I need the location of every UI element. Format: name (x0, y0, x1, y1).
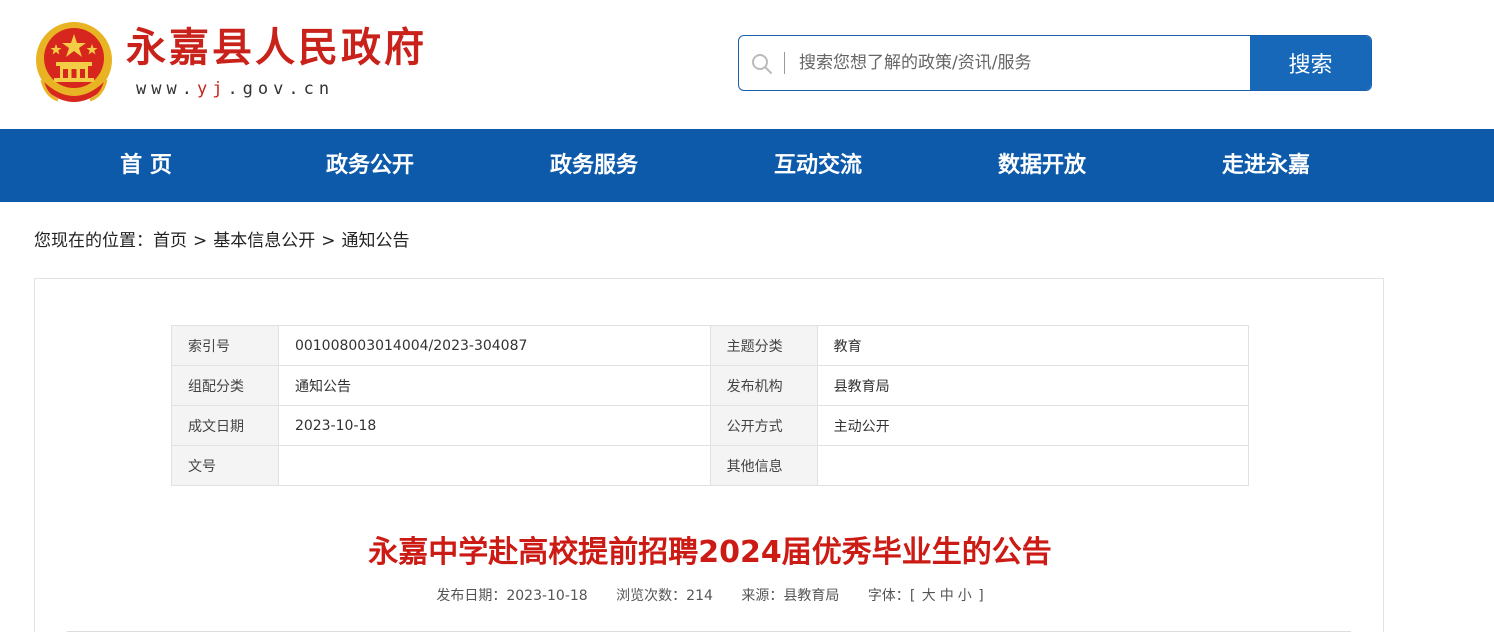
table-row: 组配分类 通知公告 发布机构 县教育局 (171, 365, 1250, 406)
site-name: 永嘉县人民政府 (126, 24, 427, 71)
nav-item-interaction[interactable]: 互动交流 (738, 129, 898, 202)
info-value-written-date: 2023-10-18 (277, 405, 711, 446)
site-url-prefix: www. (136, 79, 197, 99)
info-value-topic: 教育 (816, 325, 1250, 366)
info-label-written-date: 成文日期 (171, 405, 279, 446)
site-url-highlight: yj (196, 79, 228, 99)
font-bracket-open: [ (909, 588, 916, 604)
info-label-disclosure: 公开方式 (709, 405, 818, 446)
meta-date-value: 2023-10-18 (506, 588, 588, 604)
breadcrumb-notice[interactable]: 通知公告 (342, 231, 410, 251)
info-value-disclosure: 主动公开 (816, 405, 1250, 446)
meta-font-label: 字体： (867, 588, 910, 604)
main-nav: 首 页 政务公开 政务服务 互动交流 数据开放 走进永嘉 (0, 129, 1494, 202)
nav-item-about-yongjia[interactable]: 走进永嘉 (1186, 129, 1346, 202)
search-box: 搜索 (738, 35, 1372, 91)
nav-item-home[interactable]: 首 页 (66, 129, 226, 202)
meta-source-value: 县教育局 (783, 588, 840, 604)
breadcrumb-basic-info[interactable]: 基本信息公开 (213, 231, 315, 251)
table-row: 成文日期 2023-10-18 公开方式 主动公开 (171, 405, 1250, 446)
info-table: 索引号 001008003014004/2023-304087 主题分类 教育 … (171, 325, 1250, 486)
breadcrumb-prefix: 您现在的位置： (34, 231, 153, 251)
breadcrumb: 您现在的位置：首页 > 基本信息公开 > 通知公告 (34, 229, 410, 253)
info-value-index: 001008003014004/2023-304087 (277, 325, 711, 366)
font-small-button[interactable]: 小 (958, 588, 972, 604)
article-title: 永嘉中学赴高校提前招聘2024届优秀毕业生的公告 (368, 535, 1052, 570)
meta-date: 发布日期：2023-10-18 (436, 588, 587, 604)
font-large-button[interactable]: 大 (922, 588, 936, 604)
table-row: 文号 其他信息 (171, 445, 1250, 486)
meta-date-label: 发布日期： (436, 588, 507, 604)
meta-source-label: 来源： (741, 588, 784, 604)
info-value-doc-number (277, 445, 711, 486)
info-label-topic: 主题分类 (709, 325, 818, 366)
meta-source: 来源：县教育局 (741, 588, 839, 604)
info-label-publisher: 发布机构 (709, 365, 818, 406)
info-label-doc-number: 文号 (171, 445, 279, 486)
table-row: 索引号 001008003014004/2023-304087 主题分类 教育 (171, 325, 1250, 366)
breadcrumb-separator: > (193, 231, 208, 251)
search-button[interactable]: 搜索 (1250, 36, 1371, 90)
national-emblem-icon (36, 22, 112, 102)
article-meta: 发布日期：2023-10-18 浏览次数：214 来源：县教育局 字体：[ 大中… (35, 586, 1385, 606)
nav-item-gov-services[interactable]: 政务服务 (514, 129, 674, 202)
info-value-publisher: 县教育局 (816, 365, 1250, 406)
font-bracket-close: ] (978, 588, 984, 604)
font-medium-button[interactable]: 中 (940, 588, 954, 604)
site-header: 永嘉县人民政府 www.yj.gov.cn 搜索 (0, 0, 1494, 129)
meta-views: 浏览次数：214 (616, 588, 713, 604)
search-icon (752, 54, 772, 74)
site-url-suffix: .gov.cn (227, 79, 335, 99)
nav-item-open-data[interactable]: 数据开放 (962, 129, 1122, 202)
meta-views-label: 浏览次数： (616, 588, 687, 604)
content-panel: 索引号 001008003014004/2023-304087 主题分类 教育 … (34, 278, 1384, 632)
search-separator (784, 52, 785, 74)
site-url: www.yj.gov.cn (136, 78, 334, 100)
breadcrumb-home[interactable]: 首页 (153, 231, 187, 251)
info-label-index: 索引号 (171, 325, 279, 366)
breadcrumb-separator: > (321, 231, 336, 251)
meta-font-size: 字体：[ 大中小 ] (868, 588, 984, 604)
info-label-category: 组配分类 (171, 365, 279, 406)
info-label-other: 其他信息 (709, 445, 818, 486)
info-value-other (816, 445, 1250, 486)
search-input[interactable] (799, 46, 1239, 80)
nav-item-gov-affairs-open[interactable]: 政务公开 (290, 129, 450, 202)
info-value-category: 通知公告 (277, 365, 711, 406)
meta-views-value: 214 (686, 588, 713, 604)
